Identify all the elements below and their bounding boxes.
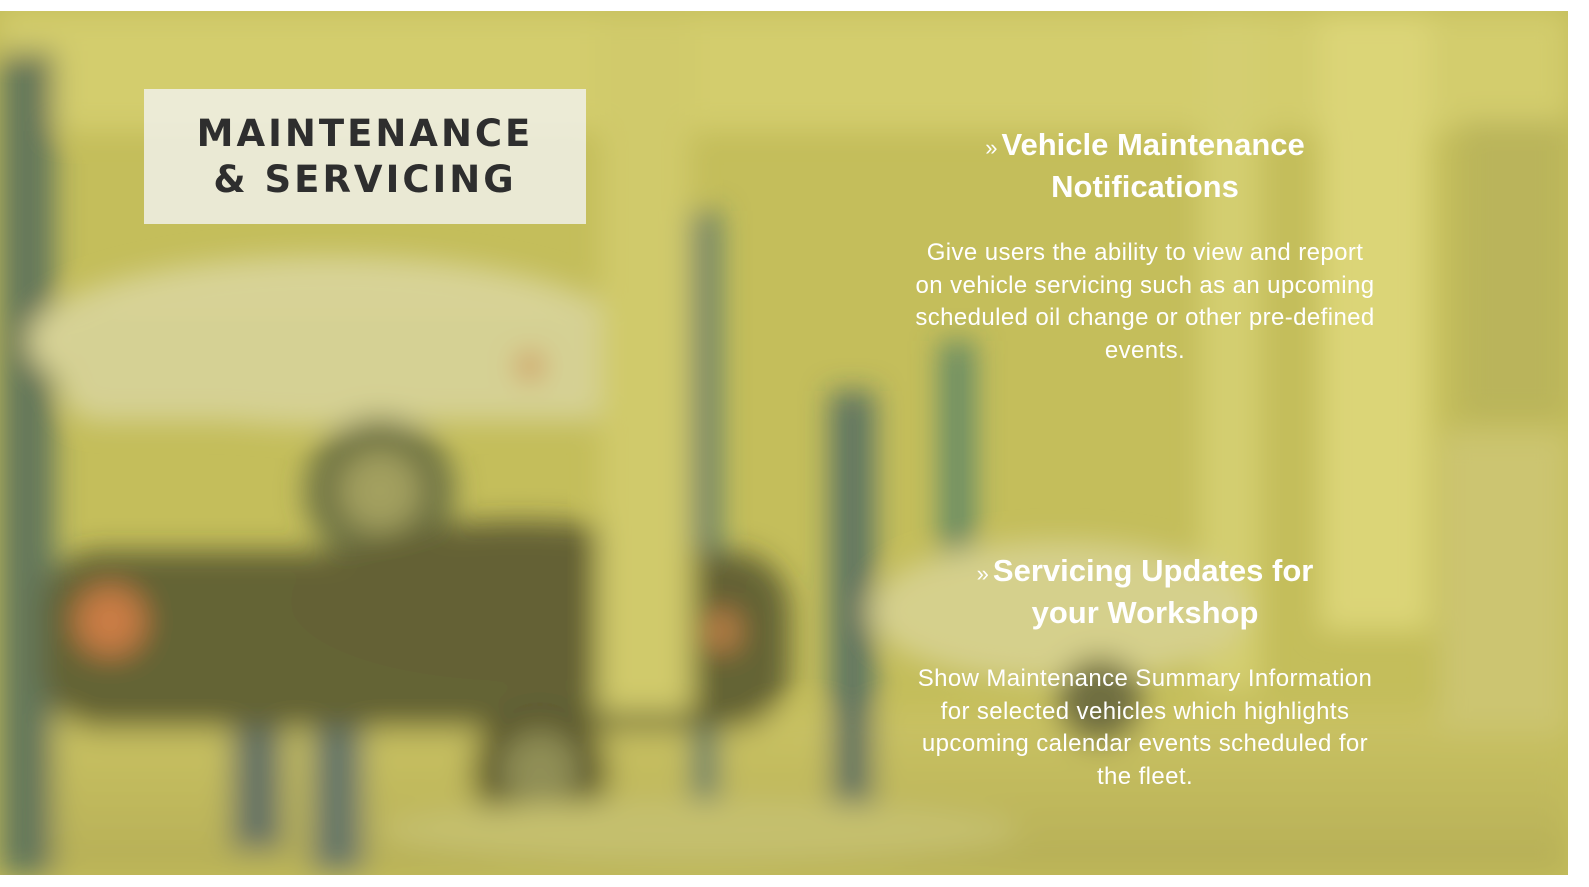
section-title-box: MAINTENANCE & SERVICING xyxy=(144,89,586,224)
feature-description: Give users the ability to view and repor… xyxy=(915,239,1375,364)
feature-servicing-updates: » Servicing Updates for your Workshop Sho… xyxy=(880,551,1410,793)
feature-title-line-2: Notifications xyxy=(1051,169,1239,204)
hero-banner: MAINTENANCE & SERVICING » Vehicle Mainten… xyxy=(0,11,1568,875)
chevron-right-icon: » xyxy=(985,135,998,160)
feature-description: Show Maintenance Summary Information for… xyxy=(917,665,1373,790)
feature-title-line-2: your Workshop xyxy=(1031,595,1259,630)
feature-title-line-1: Servicing Updates for xyxy=(992,553,1314,588)
page-title-line-2: & SERVICING xyxy=(213,157,517,201)
feature-title: » Servicing Updates for your Workshop xyxy=(880,551,1410,632)
feature-title-line-1: Vehicle Maintenance xyxy=(1001,127,1305,162)
chevron-right-icon: » xyxy=(976,561,989,586)
page-title-line-1: MAINTENANCE xyxy=(196,111,534,155)
feature-vehicle-maintenance-notifications: » Vehicle Maintenance Notifications Give … xyxy=(880,125,1410,367)
feature-title: » Vehicle Maintenance Notifications xyxy=(880,125,1410,206)
